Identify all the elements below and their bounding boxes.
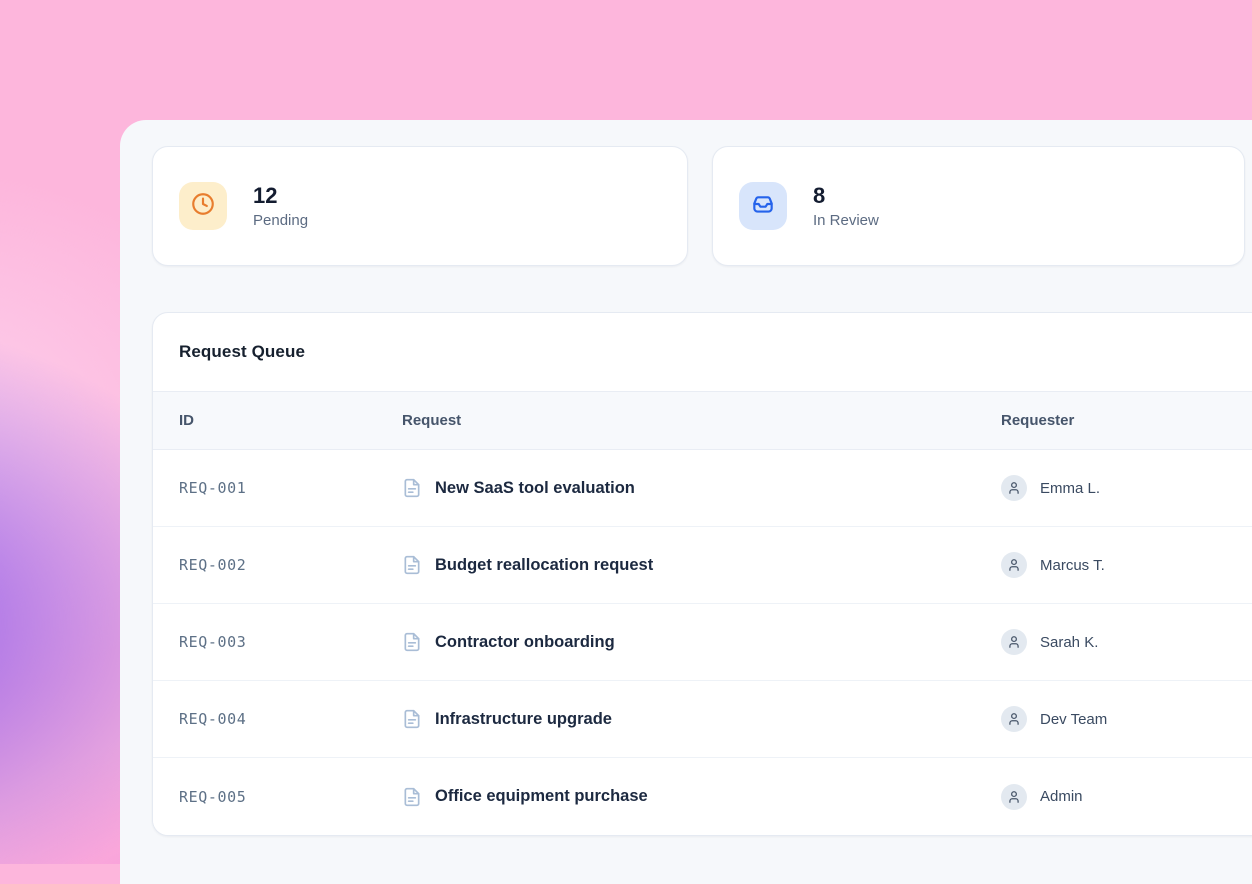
in-review-icon-badge [739,182,787,230]
document-icon [402,709,422,729]
requester-name: Sarah K. [1040,634,1098,651]
background: { "stats": [ { "value": "12", "label": "… [0,0,1252,864]
table-header-row: ID Request Requester [153,392,1252,450]
main-panel: 12 Pending 8 In Review Request Queue [120,120,1252,884]
request-title: Contractor onboarding [435,633,615,652]
stat-card-pending: 12 Pending [152,146,688,266]
column-header-request: Request [402,412,1001,429]
user-icon [1007,558,1021,572]
table-row[interactable]: REQ-002 Budget reallocation request [153,527,1252,604]
stat-text: 8 In Review [813,183,879,228]
requester-name: Emma L. [1040,480,1100,497]
avatar [1001,552,1027,578]
request-title: Budget reallocation request [435,556,653,575]
stat-text: 12 Pending [253,183,308,228]
user-icon [1007,790,1021,804]
table-row[interactable]: REQ-003 Contractor onboarding [153,604,1252,681]
request-title: Infrastructure upgrade [435,710,612,729]
user-icon [1007,635,1021,649]
clock-icon [190,191,216,222]
table-row[interactable]: REQ-001 New SaaS tool evaluation [153,450,1252,527]
request-id: REQ-001 [179,479,402,497]
stat-value: 8 [813,183,879,208]
stats-row: 12 Pending 8 In Review [152,146,1245,266]
column-header-requester: Requester [1001,412,1247,429]
request-id: REQ-003 [179,633,402,651]
requester-name: Admin [1040,788,1083,805]
request-title: New SaaS tool evaluation [435,479,635,498]
document-icon [402,787,422,807]
inbox-icon [750,191,776,222]
request-id: REQ-002 [179,556,402,574]
avatar [1001,706,1027,732]
document-icon [402,555,422,575]
table-row[interactable]: REQ-005 Office equipment purchase [153,758,1252,835]
requester-name: Dev Team [1040,711,1107,728]
pending-icon-badge [179,182,227,230]
stat-value: 12 [253,183,308,208]
requester-name: Marcus T. [1040,557,1105,574]
avatar [1001,475,1027,501]
user-icon [1007,712,1021,726]
request-id: REQ-004 [179,710,402,728]
avatar [1001,629,1027,655]
stat-label: Pending [253,212,308,229]
table-title: Request Queue [179,342,305,362]
request-title: Office equipment purchase [435,787,648,806]
document-icon [402,632,422,652]
request-queue-card: Request Queue ID Request Requester REQ-0… [152,312,1252,836]
table-title-row: Request Queue [153,313,1252,392]
document-icon [402,478,422,498]
request-id: REQ-005 [179,788,402,806]
avatar [1001,784,1027,810]
table-row[interactable]: REQ-004 Infrastructure upgrade [153,681,1252,758]
stat-label: In Review [813,212,879,229]
column-header-id: ID [179,412,402,429]
stat-card-in-review: 8 In Review [712,146,1245,266]
user-icon [1007,481,1021,495]
